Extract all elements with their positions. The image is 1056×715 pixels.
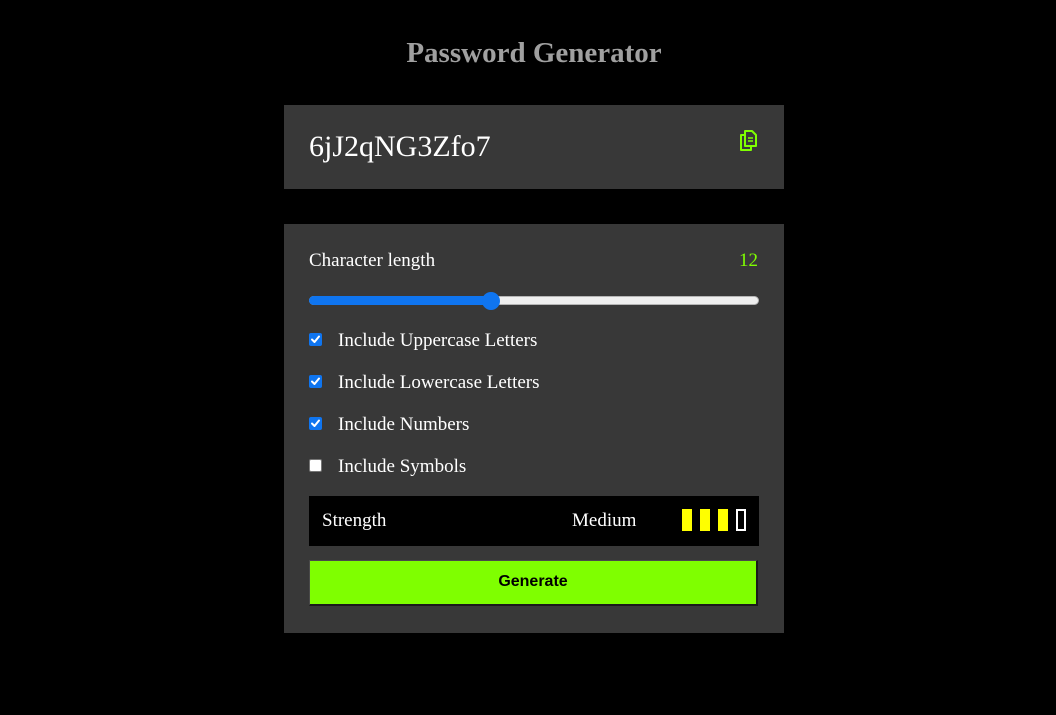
numbers-label: Include Numbers xyxy=(338,414,470,435)
copy-button[interactable] xyxy=(738,129,760,153)
strength-bar xyxy=(682,509,692,531)
password-text: 6jJ2qNG3Zfo7 xyxy=(309,130,491,163)
password-display: 6jJ2qNG3Zfo7 xyxy=(284,105,784,189)
uppercase-checkbox[interactable] xyxy=(309,333,322,346)
slider-thumb[interactable] xyxy=(482,292,500,310)
generate-button[interactable]: Generate xyxy=(309,560,758,606)
page-title: Password Generator xyxy=(406,37,662,69)
strength-value: Medium xyxy=(572,510,637,531)
character-length-value: 12 xyxy=(739,250,758,271)
character-length-slider[interactable] xyxy=(309,292,759,310)
strength-bar xyxy=(736,509,746,531)
strength-bar xyxy=(700,509,710,531)
strength-bar xyxy=(718,509,728,531)
settings-panel: Character length 12 Include Uppercase Le… xyxy=(284,224,784,633)
slider-fill xyxy=(309,296,491,305)
uppercase-label: Include Uppercase Letters xyxy=(338,330,538,351)
strength-meter: Strength Medium xyxy=(309,496,759,546)
lowercase-checkbox[interactable] xyxy=(309,375,322,388)
numbers-checkbox[interactable] xyxy=(309,417,322,430)
lowercase-label: Include Lowercase Letters xyxy=(338,372,540,393)
copy-icon xyxy=(740,130,757,151)
symbols-label: Include Symbols xyxy=(338,456,467,477)
page: Password Generator 6jJ2qNG3Zfo7 Characte… xyxy=(0,0,1056,715)
character-length-label: Character length xyxy=(309,250,436,271)
strength-label: Strength xyxy=(322,510,387,531)
symbols-checkbox[interactable] xyxy=(309,459,322,472)
